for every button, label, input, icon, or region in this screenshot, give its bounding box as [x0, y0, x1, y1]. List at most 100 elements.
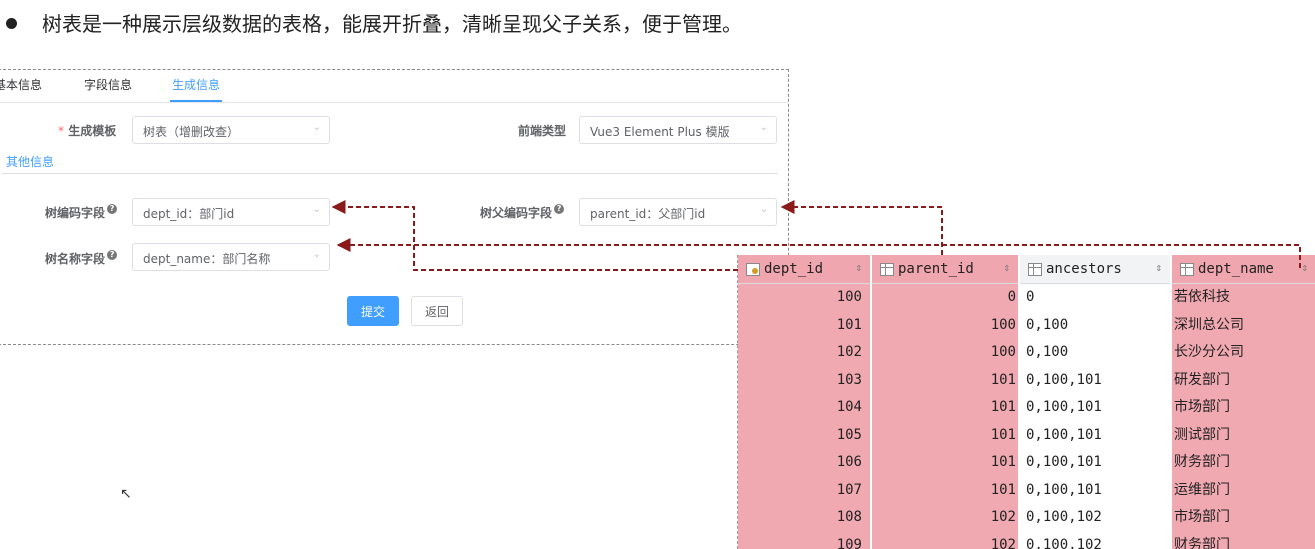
cell-parent-id[interactable]: 100	[872, 339, 1016, 366]
sort-icon[interactable]: ⇕	[1155, 261, 1162, 274]
mouse-cursor-icon: ↖	[120, 486, 132, 502]
bullet-line: 树表是一种展示层级数据的表格，能展开折叠，清晰呈现父子关系，便于管理。	[0, 0, 1315, 48]
cell-parent-id[interactable]: 101	[872, 422, 1016, 449]
column-header-label: dept_name	[1198, 261, 1274, 277]
column-header-dept-name[interactable]: dept_name ⇕	[1172, 255, 1315, 284]
tree-code-select[interactable]: dept_id：部门id ⌄	[132, 198, 330, 226]
help-icon[interactable]: ?	[554, 204, 565, 214]
tree-parent-label-text: 树父编码字段	[480, 206, 553, 220]
tree-parent-select[interactable]: parent_id：父部门id ⌄	[579, 198, 777, 226]
cell-dept-id[interactable]: 109	[738, 532, 862, 549]
template-select[interactable]: 树表（增删改查） ⌄	[132, 116, 330, 144]
required-mark: *	[58, 124, 64, 138]
tree-name-value: dept_name：部门名称	[143, 252, 271, 266]
cell-parent-id[interactable]: 102	[872, 532, 1016, 549]
column-icon	[880, 263, 894, 276]
cell-ancestors[interactable]: 0	[1026, 284, 1170, 311]
cell-ancestors[interactable]: 0,100	[1026, 339, 1170, 366]
tab-basic-info[interactable]: 基本信息	[0, 76, 42, 93]
tree-name-label-text: 树名称字段	[45, 252, 106, 266]
sort-icon[interactable]: ⇕	[1003, 261, 1010, 274]
cell-parent-id[interactable]: 101	[872, 367, 1016, 394]
cell-dept-name[interactable]: 研发部门	[1174, 367, 1314, 394]
cell-dept-name[interactable]: 长沙分公司	[1174, 339, 1314, 366]
template-select-value: 树表（增删改查）	[143, 125, 240, 139]
chevron-down-icon: ⌄	[759, 204, 768, 215]
cell-ancestors[interactable]: 0,100,102	[1026, 504, 1170, 531]
cell-ancestors[interactable]: 0,100,101	[1026, 422, 1170, 449]
help-icon[interactable]: ?	[107, 250, 118, 260]
column-header-label: parent_id	[898, 261, 974, 277]
tree-name-label: 树名称字段?	[45, 250, 118, 267]
sort-icon[interactable]: ⇕	[855, 261, 862, 274]
arrow-parent-id-to-tree-parent	[780, 200, 943, 255]
column-header-ancestors[interactable]: ancestors ⇕	[1020, 255, 1170, 284]
column-header-parent-id[interactable]: parent_id ⇕	[872, 255, 1018, 284]
template-label: * 生成模板	[58, 122, 116, 139]
cell-dept-id[interactable]: 104	[738, 394, 862, 421]
cell-parent-id[interactable]: 101	[872, 477, 1016, 504]
cell-dept-id[interactable]: 107	[738, 477, 862, 504]
tab-generate-info[interactable]: 生成信息	[172, 76, 220, 93]
cell-parent-id[interactable]: 102	[872, 504, 1016, 531]
cell-ancestors[interactable]: 0,100,101	[1026, 394, 1170, 421]
cell-dept-name[interactable]: 财务部门	[1174, 532, 1314, 549]
frontend-type-value: Vue3 Element Plus 模版	[590, 125, 730, 139]
generator-form-panel: 基本信息 字段信息 生成信息 * 生成模板 树表（增删改查） ⌄ 前端类型 Vu…	[0, 69, 789, 345]
cell-parent-id[interactable]: 100	[872, 312, 1016, 339]
cell-parent-id[interactable]: 101	[872, 449, 1016, 476]
tree-name-select[interactable]: dept_name：部门名称 ⌄	[132, 243, 330, 271]
frontend-type-label: 前端类型	[518, 124, 567, 138]
tab-field-info[interactable]: 字段信息	[84, 76, 132, 93]
cell-dept-id[interactable]: 105	[738, 422, 862, 449]
section-divider	[2, 173, 778, 174]
chevron-down-icon: ⌄	[312, 249, 321, 260]
column-header-label: dept_id	[764, 261, 824, 277]
tree-code-label: 树编码字段?	[45, 204, 118, 221]
help-icon[interactable]: ?	[107, 204, 118, 214]
cell-dept-id[interactable]: 100	[738, 284, 862, 311]
frontend-type-select[interactable]: Vue3 Element Plus 模版 ⌄	[579, 116, 777, 144]
cell-parent-id[interactable]: 0	[872, 284, 1016, 311]
other-info-section-title: 其他信息	[6, 155, 55, 169]
cell-dept-id[interactable]: 102	[738, 339, 862, 366]
tree-code-value: dept_id：部门id	[143, 207, 235, 221]
cell-ancestors[interactable]: 0,100,101	[1026, 367, 1170, 394]
bullet-text: 树表是一种展示层级数据的表格，能展开折叠，清晰呈现父子关系，便于管理。	[42, 12, 742, 36]
active-tab-indicator	[170, 100, 222, 102]
tab-bar: 基本信息 字段信息 生成信息	[0, 70, 788, 103]
template-label-text: 生成模板	[68, 124, 117, 138]
cell-ancestors[interactable]: 0,100	[1026, 312, 1170, 339]
cell-dept-id[interactable]: 101	[738, 312, 862, 339]
chevron-down-icon: ⌄	[312, 204, 321, 215]
tree-parent-value: parent_id：父部门id	[590, 207, 706, 221]
cell-dept-id[interactable]: 103	[738, 367, 862, 394]
chevron-down-icon: ⌄	[759, 122, 768, 133]
cell-dept-name[interactable]: 测试部门	[1174, 422, 1314, 449]
dept-table-grid: dept_id ⇕ parent_id ⇕ ancestors ⇕ dept_n…	[737, 255, 1315, 549]
cell-dept-name[interactable]: 财务部门	[1174, 449, 1314, 476]
cell-dept-name[interactable]: 运维部门	[1174, 477, 1314, 504]
cell-dept-name[interactable]: 若依科技	[1174, 284, 1314, 311]
sort-icon[interactable]: ⇕	[1301, 261, 1308, 274]
primary-key-icon	[746, 263, 760, 276]
back-button[interactable]: 返回	[411, 296, 463, 326]
cell-ancestors[interactable]: 0,100,101	[1026, 449, 1170, 476]
cell-ancestors[interactable]: 0,100,102	[1026, 532, 1170, 549]
column-header-dept-id[interactable]: dept_id ⇕	[738, 255, 870, 284]
tree-parent-label: 树父编码字段?	[480, 204, 565, 221]
chevron-down-icon: ⌄	[312, 122, 321, 133]
cell-dept-name[interactable]: 市场部门	[1174, 504, 1314, 531]
cell-dept-id[interactable]: 106	[738, 449, 862, 476]
bullet-dot	[6, 18, 17, 29]
column-icon	[1028, 263, 1042, 276]
submit-button[interactable]: 提交	[347, 296, 399, 326]
tree-code-label-text: 树编码字段	[45, 206, 106, 220]
column-icon	[1180, 263, 1194, 276]
cell-dept-name[interactable]: 市场部门	[1174, 394, 1314, 421]
cell-parent-id[interactable]: 101	[872, 394, 1016, 421]
cell-dept-name[interactable]: 深圳总公司	[1174, 312, 1314, 339]
cell-dept-id[interactable]: 108	[738, 504, 862, 531]
column-header-label: ancestors	[1046, 261, 1122, 277]
cell-ancestors[interactable]: 0,100,101	[1026, 477, 1170, 504]
